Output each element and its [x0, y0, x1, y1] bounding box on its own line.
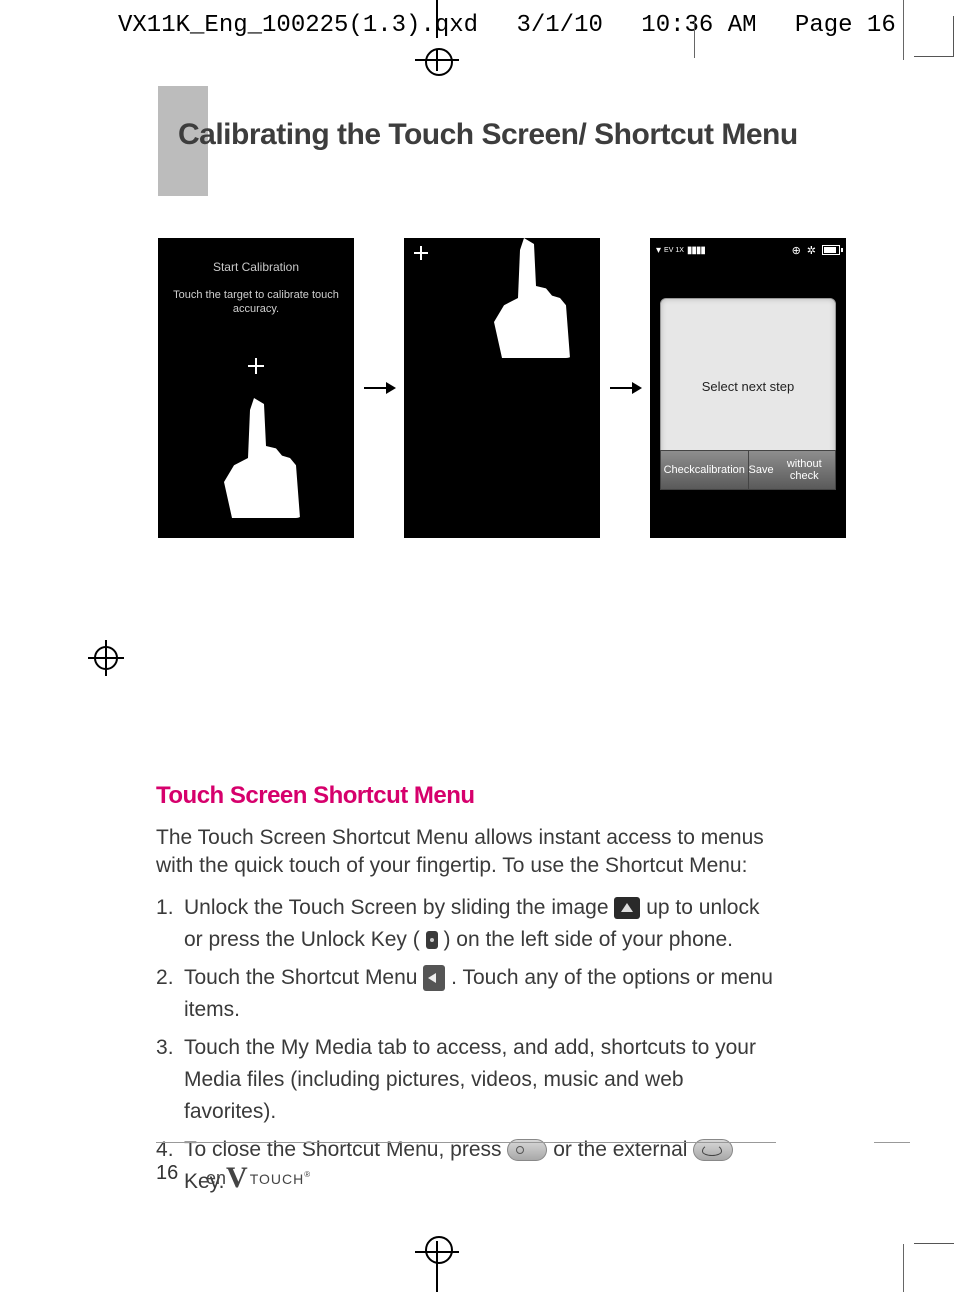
- signal-bars-icon: [687, 245, 705, 256]
- proof-time: 10:36 AM: [641, 12, 756, 39]
- status-bar: ▾ EV 1X ⊕ ✲: [656, 242, 840, 258]
- shortcut-menu-icon: [423, 965, 445, 991]
- page-title: Calibrating the Touch Screen/ Shortcut M…: [178, 118, 798, 152]
- signal-icon: ▾: [656, 245, 661, 256]
- footer-rule: [156, 1142, 776, 1143]
- registration-mark-left: [88, 640, 124, 676]
- step-3: Touch the My Media tab to access, and ad…: [156, 1032, 776, 1128]
- proof-pageref: Page 16: [795, 12, 896, 39]
- trim-mark-right-top: [903, 0, 904, 60]
- dialog-prompt: Select next step: [661, 379, 835, 394]
- trim-mark-right-bottom: [903, 1244, 904, 1292]
- section-intro: The Touch Screen Shortcut Menu allows in…: [156, 824, 776, 880]
- location-icon: ⊕: [792, 244, 801, 257]
- step-2: Touch the Shortcut Menu . Touch any of t…: [156, 962, 776, 1026]
- crop-mark-top: [694, 18, 695, 58]
- bluetooth-icon: ✲: [807, 244, 816, 257]
- body-content: Touch Screen Shortcut Menu The Touch Scr…: [156, 782, 776, 1204]
- page-number: 16: [156, 1162, 178, 1185]
- hand-icon: [474, 238, 574, 358]
- dialog-buttons: Check calibration Save without check: [660, 450, 836, 490]
- screenshot-calibration-touch: [404, 238, 600, 538]
- screenshot-select-next-step: ▾ EV 1X ⊕ ✲ Select next step Check calib…: [650, 238, 846, 538]
- crop-mark-top-right: [914, 56, 954, 96]
- crosshair-icon: [414, 246, 428, 260]
- calibration-body: Touch the target to calibrate touch accu…: [172, 288, 340, 316]
- calibration-sequence: Start Calibration Touch the target to ca…: [158, 238, 846, 538]
- battery-icon: [822, 245, 840, 255]
- print-proof-header: VX11K_Eng_100225(1.3).qxd 3/1/10 10:36 A…: [118, 12, 920, 39]
- save-without-check-button[interactable]: Save without check: [749, 450, 837, 490]
- calibration-heading: Start Calibration: [158, 260, 354, 274]
- network-label: EV 1X: [664, 247, 684, 254]
- brand-logo: enVTOUCH®: [206, 1158, 310, 1192]
- check-calibration-button[interactable]: Check calibration: [660, 450, 749, 490]
- crop-mark-bottom-right: [914, 1204, 954, 1244]
- proof-date: 3/1/10: [516, 12, 602, 39]
- crosshair-icon: [248, 358, 264, 374]
- registration-mark-bottom: [415, 1232, 459, 1292]
- slide-up-icon: [614, 897, 640, 919]
- unlock-key-icon: [426, 931, 438, 949]
- screenshot-calibration-start: Start Calibration Touch the target to ca…: [158, 238, 354, 538]
- section-heading: Touch Screen Shortcut Menu: [156, 782, 776, 810]
- registration-mark-top: [415, 0, 459, 60]
- arrow-right-icon: [364, 387, 394, 389]
- step-1: Unlock the Touch Screen by sliding the i…: [156, 892, 776, 956]
- arrow-right-icon: [610, 387, 640, 389]
- hand-icon: [204, 398, 304, 518]
- steps-list: Unlock the Touch Screen by sliding the i…: [156, 892, 776, 1198]
- footer-rule-right: [874, 1142, 910, 1143]
